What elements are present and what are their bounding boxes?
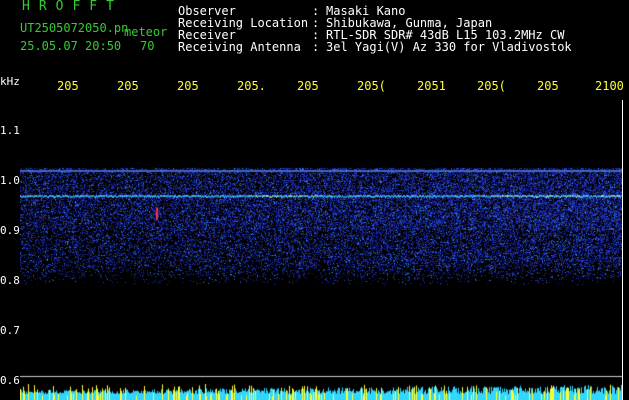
app-title: HROFFT [22, 0, 123, 14]
y-tick-label: 0.9 [0, 224, 20, 237]
info-sep-antenna: : [312, 40, 320, 54]
y-tick-label: 0.6 [0, 374, 20, 387]
x-tick-label: 2100 [595, 79, 624, 93]
x-tick-label: 205 [297, 79, 319, 93]
x-tick-label: 205. [237, 79, 266, 93]
count-label: 70 [140, 39, 155, 53]
y-tick-label: 0.8 [0, 274, 20, 287]
info-label-antenna: Receiving Antenna [178, 40, 301, 54]
x-tick-label: 205 [177, 79, 199, 93]
x-tick-label: 205 [117, 79, 139, 93]
info-value-antenna: 3el Yagi(V) Az 330 for Vladivostok [326, 40, 572, 54]
y-axis-unit: kHz [0, 75, 20, 88]
y-tick-label: 0.7 [0, 324, 20, 337]
spectrogram-canvas [20, 100, 622, 400]
y-tick-label: 1.1 [0, 124, 20, 137]
y-tick-label: 1.0 [0, 174, 20, 187]
x-tick-label: 205( [357, 79, 386, 93]
datetime-label: 25.05.07 20:50 [20, 39, 122, 53]
file-tag-label: meteor [124, 25, 168, 39]
plot-right-border [622, 100, 623, 400]
x-tick-label: 205 [537, 79, 559, 93]
filename-label: UT2505072050.pn [20, 21, 129, 35]
x-tick-label: 205( [477, 79, 506, 93]
x-tick-label: 2051 [417, 79, 446, 93]
x-tick-label: 205 [57, 79, 79, 93]
